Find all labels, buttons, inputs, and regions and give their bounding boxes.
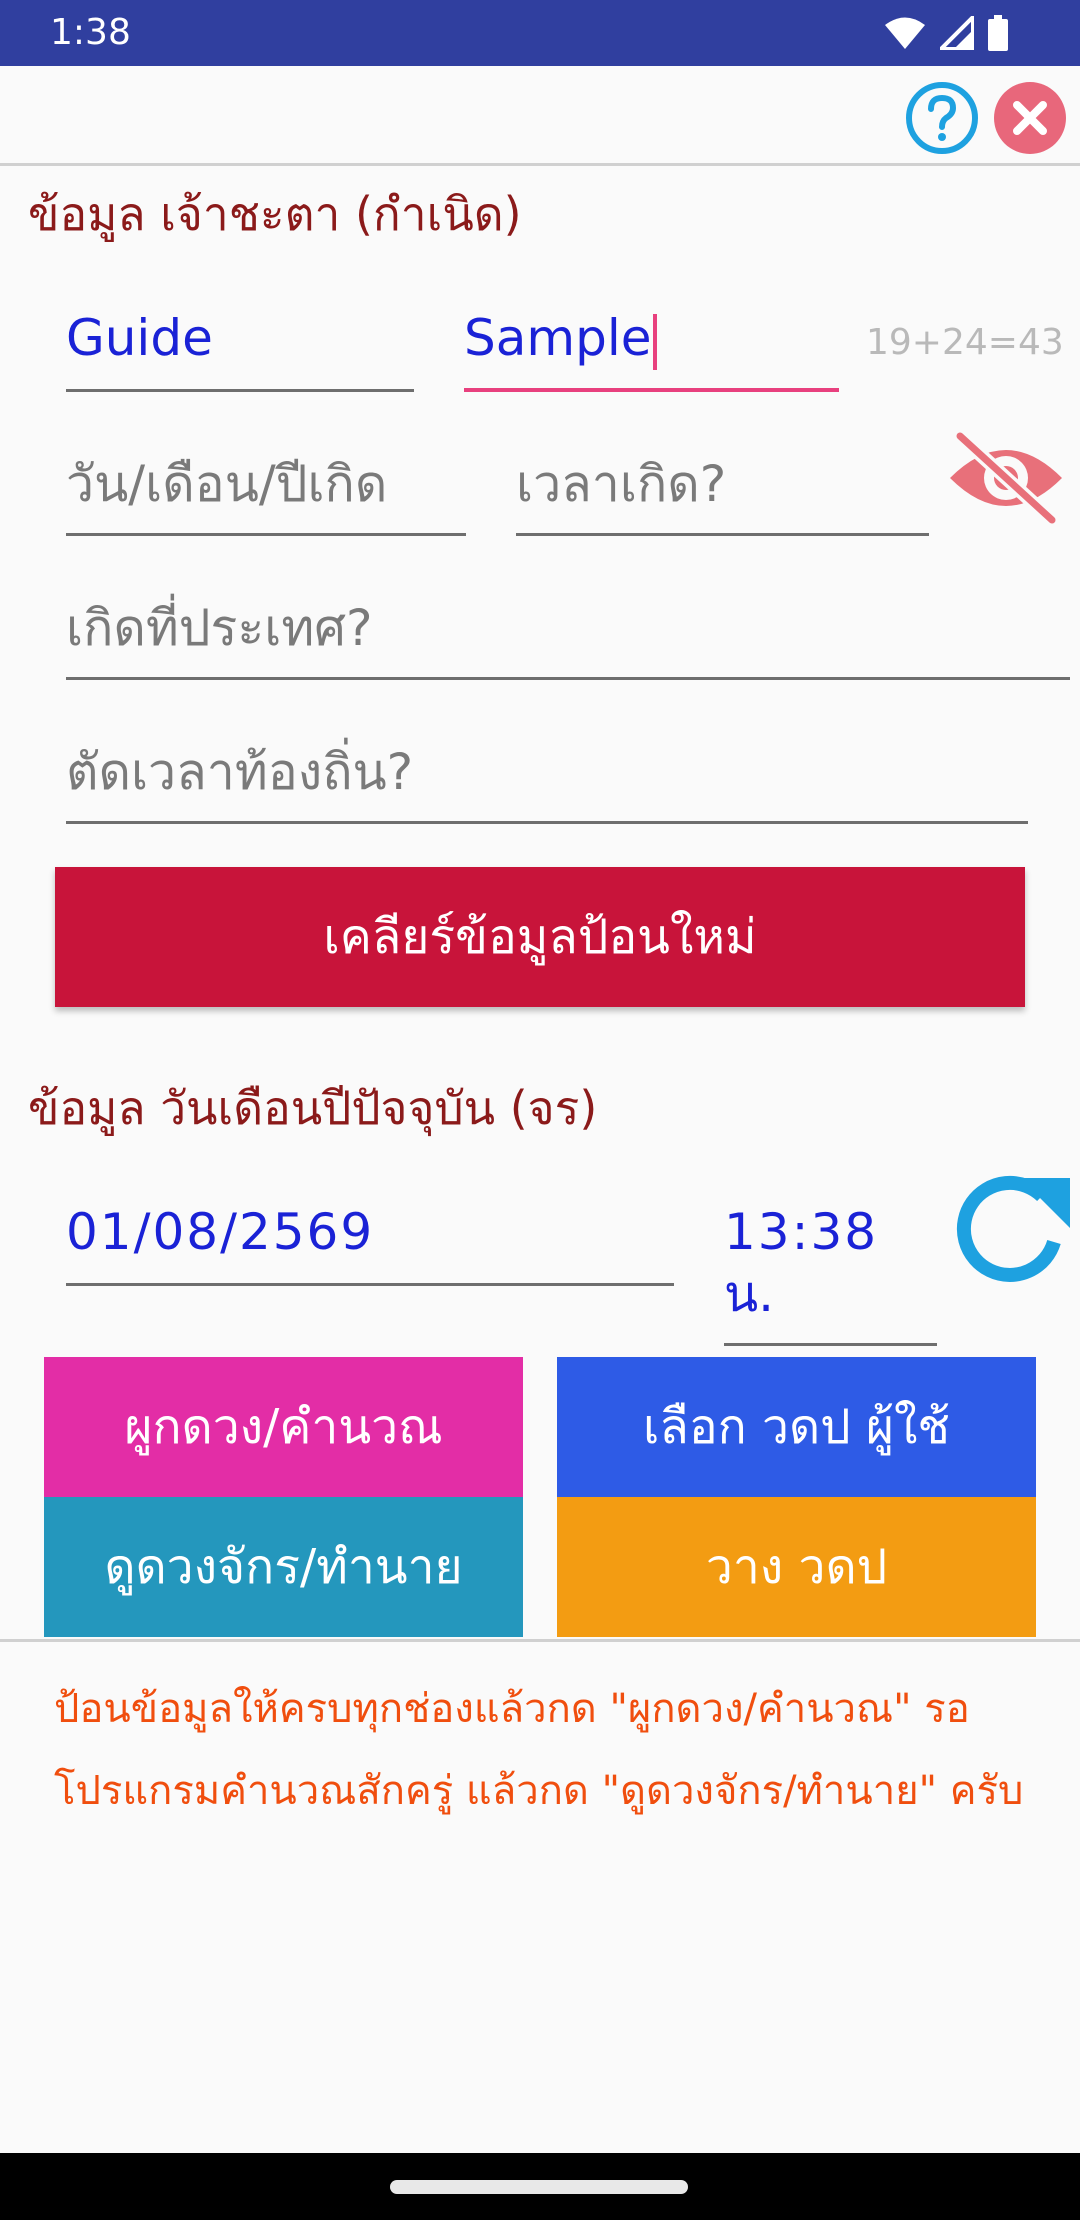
close-circle-icon[interactable]: [992, 80, 1068, 156]
select-user-date-button[interactable]: เลือก วดป ผู้ใช้: [557, 1357, 1036, 1497]
local-time-underline: [66, 821, 1028, 824]
refresh-icon[interactable]: [950, 1168, 1074, 1292]
instructions-text: ป้อนข้อมูลให้ครบทุกช่องแล้วกด "ผูกดวง/คำ…: [54, 1668, 1054, 1832]
last-name-field[interactable]: Sample: [464, 300, 839, 392]
current-date-value: 01/08/2569: [66, 1203, 375, 1261]
status-time: 1:38: [50, 12, 131, 53]
question-circle-icon[interactable]: [904, 80, 980, 156]
current-time-value: 13:38: [724, 1203, 879, 1261]
clear-input-button[interactable]: เคลียร์ข้อมูลป้อนใหม่: [55, 867, 1025, 1007]
status-bar: 1:38: [0, 0, 1080, 66]
birth-time-underline: [516, 533, 929, 536]
current-section-title: ข้อมูล วันเดือนปีปัจจุบัน (จร): [28, 1081, 598, 1135]
navigation-bar: [0, 2153, 1080, 2220]
first-name-value: Guide: [66, 309, 213, 367]
first-name-underline: [66, 389, 414, 392]
instructions-line-1: ป้อนข้อมูลให้ครบทุกช่องแล้วกด "ผูกดวง/คำ…: [54, 1686, 970, 1732]
birth-time-placeholder: เวลาเกิด?: [516, 455, 727, 513]
app-screen: 1:38 ข้อมูล เจ้าชะตา (กำเนิด) Guide Samp…: [0, 0, 1080, 2220]
birth-country-field[interactable]: เกิดที่ประเทศ?: [66, 590, 1070, 680]
current-date-underline: [66, 1283, 674, 1286]
last-name-underline: [464, 388, 839, 392]
birth-date-underline: [66, 533, 466, 536]
birth-country-placeholder: เกิดที่ประเทศ?: [66, 599, 373, 657]
local-time-placeholder: ตัดเวลาท้องถิ่น?: [66, 743, 414, 801]
first-name-field[interactable]: Guide: [66, 300, 414, 392]
signal-icon: [940, 16, 974, 50]
place-date-button[interactable]: วาง วดป: [557, 1497, 1036, 1637]
calculate-button[interactable]: ผูกดวง/คำนวณ: [44, 1357, 523, 1497]
top-toolbar: [0, 66, 1080, 166]
current-time-underline: [724, 1343, 937, 1346]
wifi-icon: [885, 17, 925, 49]
actions-divider: [0, 1639, 1080, 1642]
home-gesture-handle[interactable]: [390, 2180, 688, 2194]
birth-date-placeholder: วัน/เดือน/ปีเกิด: [66, 455, 388, 513]
text-cursor: [653, 313, 658, 370]
current-time-unit: น.: [724, 1265, 775, 1323]
birth-section-title: ข้อมูล เจ้าชะตา (กำเนิด): [28, 187, 522, 241]
birth-date-field[interactable]: วัน/เดือน/ปีเกิด: [66, 446, 466, 536]
eye-off-icon[interactable]: [946, 428, 1066, 528]
toolbar-divider: [0, 163, 1080, 166]
instructions-line-2: โปรแกรมคำนวณสักครู่ แล้วกด "ดูดวงจักร/ทำ…: [54, 1768, 1024, 1814]
birth-time-field[interactable]: เวลาเกิด?: [516, 446, 929, 536]
battery-icon: [988, 15, 1008, 51]
local-time-field[interactable]: ตัดเวลาท้องถิ่น?: [66, 734, 1028, 824]
status-icons: [884, 14, 1008, 52]
view-chart-button[interactable]: ดูดวงจักร/ทำนาย: [44, 1497, 523, 1637]
birth-country-underline: [66, 677, 1070, 680]
current-time-field[interactable]: 13:38 น.: [724, 1196, 937, 1346]
name-number-counter: 19+24=43: [866, 322, 1064, 363]
current-date-field[interactable]: 01/08/2569: [66, 1192, 674, 1286]
last-name-value: Sample: [464, 309, 652, 367]
